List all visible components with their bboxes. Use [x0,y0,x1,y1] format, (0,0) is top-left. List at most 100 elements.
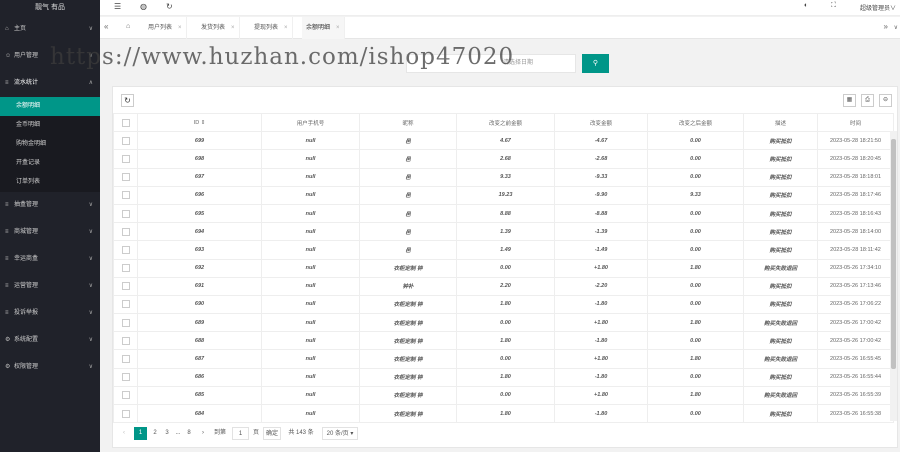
sidebar-subitem-3[interactable]: 购物金明细 [0,135,100,154]
row-checkbox[interactable] [121,300,130,309]
row-checkbox-cell[interactable] [113,349,138,369]
row-checkbox-cell[interactable] [113,258,138,278]
table-scrollbar[interactable] [890,131,897,421]
scrollbar-thumb[interactable] [891,139,896,369]
tab-4[interactable]: 余额明细 × [302,17,345,39]
prev-page-button[interactable]: ‹ [120,427,128,440]
tabs-next-icon[interactable]: » [884,22,888,31]
row-checkbox[interactable] [121,173,130,182]
row-checkbox-cell[interactable] [113,403,138,424]
row-checkbox[interactable] [121,154,130,163]
table-row: 688 null 衣柜定制 钟 1.80 -1.80 0.00 购买抵扣 2023-05-26… [113,331,894,351]
row-checkbox-cell[interactable] [113,331,138,351]
row-checkbox[interactable] [121,318,130,327]
sidebar-subitem-5[interactable]: 订单列表 [0,173,100,192]
tabs-prev-icon[interactable]: « [104,22,108,31]
row-checkbox[interactable] [121,336,130,345]
table-row: 695 null 邑 8.88 -8.88 0.00 购买抵扣 2023-05-28 18:1… [113,203,894,224]
table-row: 694 null 邑 1.39 -1.39 0.00 购买抵扣 2023-05-28 18:1… [113,222,894,242]
table-cell: -2.20 [554,276,648,296]
table-cell: -4.67 [554,131,648,151]
row-checkbox-cell[interactable] [113,240,138,260]
row-checkbox-cell[interactable] [113,167,138,187]
close-icon[interactable]: × [231,25,235,31]
row-checkbox[interactable] [121,136,130,145]
close-icon[interactable]: × [284,25,288,31]
tab-2[interactable]: 发货列表 × [197,17,240,39]
row-checkbox[interactable] [121,264,130,273]
user-menu[interactable]: 超级管理员∨ [860,3,896,12]
sidebar-item-10[interactable]: ⚙ 权限管理 ∨ [0,354,100,381]
page-1-button[interactable]: 1 [134,427,147,440]
row-checkbox[interactable] [121,209,130,218]
table-cell: 2023-05-28 18:21:50 [817,131,894,151]
page-last-button[interactable]: 8 [184,427,194,440]
row-checkbox-cell[interactable] [113,313,138,333]
row-checkbox-cell[interactable] [113,367,138,387]
goto-confirm-button[interactable]: 确定 [263,427,281,440]
close-icon[interactable]: × [336,25,340,31]
row-checkbox-cell[interactable] [113,185,138,205]
sidebar-item-4[interactable]: ≡ 抽盒管理 ∨ [0,192,100,219]
table-row: 697 null 邑 9.33 -9.33 0.00 购买抵扣 2023-05-28 18:1… [113,167,894,187]
menu-toggle-icon[interactable]: ☰ [114,2,121,11]
sidebar-item-9[interactable]: ⚙ 系统配置 ∨ [0,327,100,354]
row-checkbox[interactable] [121,191,130,200]
column-header-1[interactable]: ID ⇕ [137,112,262,133]
sidebar-subitem-1[interactable]: 余额明细 [0,97,100,116]
sidebar-item-5[interactable]: ≡ 商城管理 ∨ [0,219,100,246]
table-cell: 698 [137,149,262,169]
fullscreen-icon[interactable]: ⛶ [831,2,836,10]
sidebar-item-1[interactable]: ⌂ 主页 ∨ [0,16,100,43]
sidebar-item-label: 幸运商盒 [14,256,39,262]
print-icon[interactable]: ⎙ [861,94,874,107]
page-3-button[interactable]: 3 [162,427,172,440]
select-all-checkbox[interactable] [121,118,130,127]
export-icon[interactable]: ⊖ [879,94,892,107]
table-cell: 0.00 [456,313,555,333]
row-checkbox[interactable] [121,373,130,382]
sidebar-item-7[interactable]: ≡ 运营管理 ∨ [0,273,100,300]
row-checkbox[interactable] [121,409,130,418]
row-checkbox[interactable] [121,391,130,400]
row-checkbox-cell[interactable] [113,276,138,296]
next-page-button[interactable]: › [199,427,207,440]
columns-filter-icon[interactable]: ▦ [843,94,856,107]
theme-icon[interactable]: ◐ [804,2,808,9]
sidebar-item-3[interactable]: ≡ 流水统计 ∧ [0,70,100,97]
table-cell: 购买抵扣 [743,403,818,424]
sidebar-subitem-4[interactable]: 开盒记录 [0,154,100,173]
table-cell: -9.33 [554,167,648,187]
tab-3[interactable]: 提现列表 × [250,17,293,39]
row-checkbox-cell[interactable] [113,222,138,242]
row-checkbox-cell[interactable] [113,203,138,224]
row-checkbox-cell[interactable] [113,294,138,315]
sidebar-item-6[interactable]: ≡ 幸运商盒 ∨ [0,246,100,273]
refresh-icon[interactable]: ↻ [166,2,173,11]
close-icon[interactable]: × [178,25,182,31]
row-checkbox-cell[interactable] [113,149,138,169]
select-all-checkbox-cell[interactable] [113,112,138,133]
user-icon: ☺ [5,53,12,59]
search-button[interactable]: ⚲ [582,54,609,73]
table-cell: 697 [137,167,262,187]
sidebar-subitem-2[interactable]: 金币明细 [0,116,100,135]
page-size-select[interactable]: 20 条/页 ▾ [322,427,358,440]
table-cell: -8.88 [554,203,648,224]
row-checkbox[interactable] [121,227,130,236]
table-cell: -1.80 [554,331,648,351]
row-checkbox[interactable] [121,282,130,291]
home-tab-icon[interactable]: ⌂ [126,23,130,30]
tabs-menu-icon[interactable]: ∨ [894,24,898,31]
table-refresh-button[interactable]: ↻ [121,94,134,107]
row-checkbox[interactable] [121,245,130,254]
goto-page-input[interactable]: 1 [232,427,249,440]
page-2-button[interactable]: 2 [150,427,160,440]
row-checkbox[interactable] [121,355,130,364]
row-checkbox-cell[interactable] [113,131,138,151]
tab-1[interactable]: 用户列表 × [144,17,187,39]
table-cell: 693 [137,240,262,260]
globe-icon[interactable]: ◍ [140,2,147,11]
sidebar-item-8[interactable]: ≡ 投诉举报 ∨ [0,300,100,327]
row-checkbox-cell[interactable] [113,385,138,406]
